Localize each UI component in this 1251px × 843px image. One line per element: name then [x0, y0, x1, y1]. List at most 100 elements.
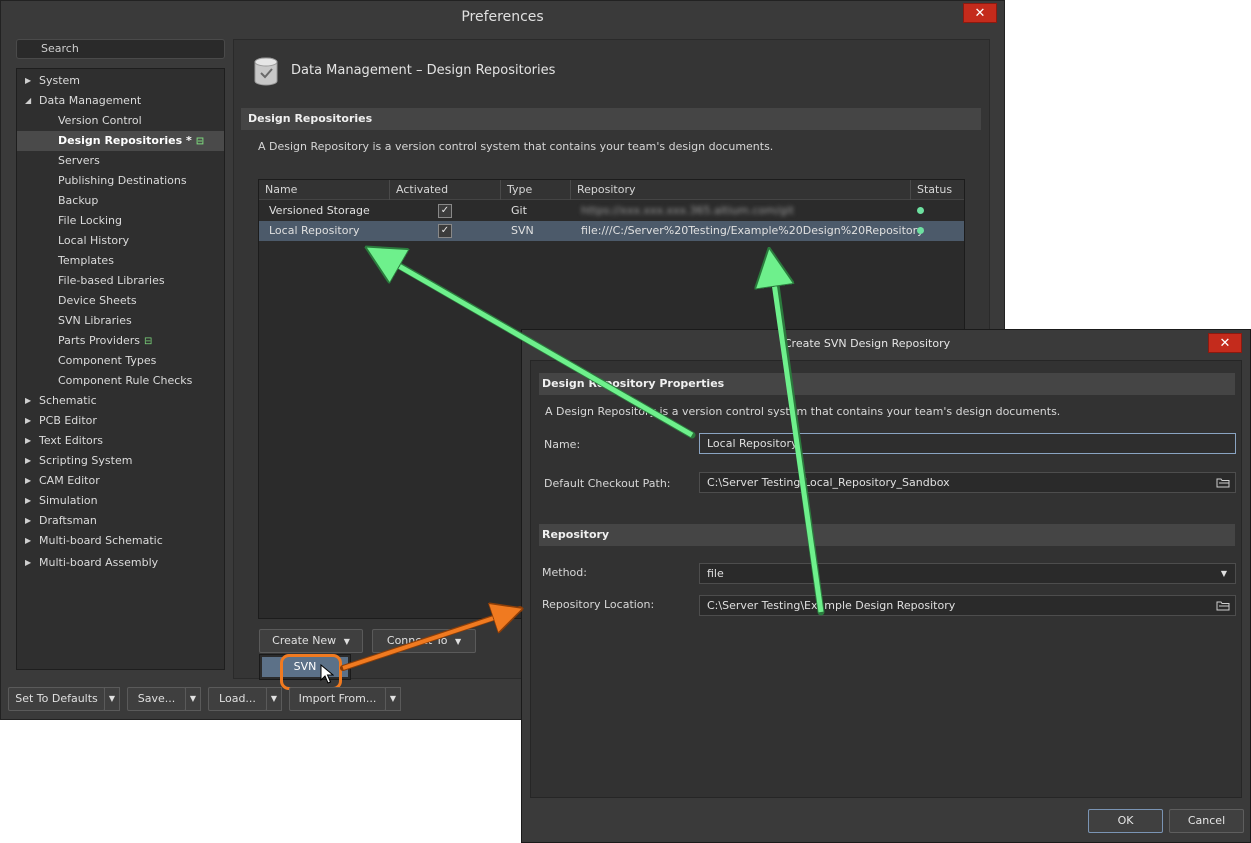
collapsed-arrow-icon[interactable]: ▶	[25, 531, 35, 551]
sidebar-item-templates[interactable]: Templates	[17, 251, 224, 271]
collapsed-arrow-icon[interactable]: ▶	[25, 553, 35, 573]
set-to-defaults-dropdown[interactable]: ▼	[104, 687, 120, 711]
sidebar-item-scripting-system[interactable]: ▶ Scripting System	[17, 451, 224, 471]
preferences-tree: ▶ System ◢ Data Management Version Control De…	[16, 68, 225, 670]
section-description: A Design Repository is a version control…	[258, 140, 774, 153]
collapsed-arrow-icon[interactable]: ▶	[25, 431, 35, 451]
repository-location-label: Repository Location:	[542, 598, 655, 611]
sidebar-item-multi-board-schematic[interactable]: ▶ Multi-board Schematic	[17, 531, 224, 551]
folder-open-icon[interactable]	[1216, 600, 1230, 611]
save-button[interactable]: Save...	[127, 687, 186, 711]
folder-open-icon[interactable]	[1216, 477, 1230, 488]
sidebar-item-label: Design Repositories * ⊟	[58, 134, 205, 147]
row-name: Versioned Storage	[269, 204, 370, 217]
connect-to-button[interactable]: Connect To ▼	[372, 629, 476, 653]
dialog-close-button[interactable]: ✕	[1208, 333, 1242, 353]
preferences-close-button[interactable]: ✕	[963, 3, 997, 23]
sidebar-item-label: Version Control	[58, 114, 142, 127]
sidebar-item-label: Component Types	[58, 354, 157, 367]
sidebar-item-label: Parts Providers ⊟	[58, 334, 153, 347]
column-header-name[interactable]: Name	[259, 180, 390, 200]
sidebar-item-publishing-destinations[interactable]: Publishing Destinations	[17, 171, 224, 191]
ok-button[interactable]: OK	[1088, 809, 1163, 833]
cancel-button[interactable]: Cancel	[1169, 809, 1244, 833]
dialog-body: Design Repository Properties A Design Re…	[530, 360, 1242, 798]
sidebar-item-label: Draftsman	[39, 514, 97, 527]
chevron-down-icon: ▼	[1220, 569, 1227, 578]
collapsed-arrow-icon[interactable]: ▶	[25, 391, 35, 411]
sidebar-item-label: Simulation	[39, 494, 98, 507]
sidebar-item-label: Component Rule Checks	[58, 374, 193, 387]
checkout-path-input[interactable]: C:\Server Testing\Local_Repository_Sandb…	[699, 472, 1236, 493]
status-online-icon	[917, 207, 924, 214]
collapsed-arrow-icon[interactable]: ▶	[25, 451, 35, 471]
sidebar-item-version-control[interactable]: Version Control	[17, 111, 224, 131]
import-from-button[interactable]: Import From...	[289, 687, 386, 711]
load-dropdown[interactable]: ▼	[266, 687, 282, 711]
column-header-type[interactable]: Type	[501, 180, 571, 200]
chevron-down-icon: ▼	[343, 637, 350, 646]
sidebar-item-draftsman[interactable]: ▶ Draftsman	[17, 511, 224, 531]
page-title: Data Management – Design Repositories	[291, 63, 556, 78]
collapsed-arrow-icon[interactable]: ▶	[25, 511, 35, 531]
sidebar-item-local-history[interactable]: Local History	[17, 231, 224, 251]
sidebar-item-component-rule-checks[interactable]: Component Rule Checks	[17, 371, 224, 391]
set-to-defaults-button[interactable]: Set To Defaults	[8, 687, 105, 711]
load-button[interactable]: Load...	[208, 687, 267, 711]
row-name: Local Repository	[269, 224, 360, 237]
sidebar-item-label: File Locking	[58, 214, 122, 227]
table-row[interactable]: Versioned Storage ✓ Git https://xxx.xxx.…	[259, 201, 964, 221]
sidebar-item-label: Multi-board Assembly	[39, 556, 159, 569]
sidebar-item-design-repositories[interactable]: Design Repositories * ⊟	[17, 131, 224, 151]
sidebar-item-system[interactable]: ▶ System	[17, 71, 224, 91]
method-label: Method:	[542, 566, 587, 579]
sidebar-item-component-types[interactable]: Component Types	[17, 351, 224, 371]
create-svn-dialog: Create SVN Design Repository ✕ Design Re…	[521, 329, 1251, 843]
sidebar-item-file-locking[interactable]: File Locking	[17, 211, 224, 231]
column-header-repository[interactable]: Repository	[571, 180, 911, 200]
sidebar-item-label: SVN Libraries	[58, 314, 132, 327]
chevron-down-icon: ▼	[454, 637, 462, 646]
sidebar-item-backup[interactable]: Backup	[17, 191, 224, 211]
create-new-button[interactable]: Create New ▼	[259, 629, 363, 653]
sidebar-item-pcb-editor[interactable]: ▶ PCB Editor	[17, 411, 224, 431]
collapsed-arrow-icon[interactable]: ▶	[25, 491, 35, 511]
activated-checkbox[interactable]: ✓	[438, 224, 452, 238]
sidebar-item-svn-libraries[interactable]: SVN Libraries	[17, 311, 224, 331]
search-input[interactable]: Search	[16, 39, 225, 59]
connect-to-label: Connect To	[386, 634, 448, 647]
sidebar-item-label: Templates	[58, 254, 114, 267]
collapsed-arrow-icon[interactable]: ▶	[25, 471, 35, 491]
sidebar-item-label: System	[39, 74, 81, 87]
sidebar-item-schematic[interactable]: ▶ Schematic	[17, 391, 224, 411]
repository-location-value: C:\Server Testing\Example Design Reposit…	[707, 599, 956, 612]
column-header-status[interactable]: Status	[911, 180, 964, 200]
sidebar-item-label: PCB Editor	[39, 414, 97, 427]
sidebar-item-parts-providers[interactable]: Parts Providers ⊟	[17, 331, 224, 351]
activated-checkbox[interactable]: ✓	[438, 204, 452, 218]
checkout-path-value: C:\Server Testing\Local_Repository_Sandb…	[707, 476, 950, 489]
sidebar-item-simulation[interactable]: ▶ Simulation	[17, 491, 224, 511]
sidebar-item-label: Schematic	[39, 394, 97, 407]
import-from-dropdown[interactable]: ▼	[385, 687, 401, 711]
collapsed-arrow-icon[interactable]: ▶	[25, 411, 35, 431]
collapsed-arrow-icon[interactable]: ▶	[25, 71, 35, 91]
repository-location-input[interactable]: C:\Server Testing\Example Design Reposit…	[699, 595, 1236, 616]
sidebar-item-device-sheets[interactable]: Device Sheets	[17, 291, 224, 311]
sidebar-item-cam-editor[interactable]: ▶ CAM Editor	[17, 471, 224, 491]
sidebar-item-label: Device Sheets	[58, 294, 137, 307]
sidebar-item-multi-board-assembly[interactable]: ▶ Multi-board Assembly	[17, 553, 224, 573]
sidebar-item-label: Backup	[58, 194, 99, 207]
sidebar-item-text-editors[interactable]: ▶ Text Editors	[17, 431, 224, 451]
expanded-arrow-icon[interactable]: ◢	[25, 91, 35, 111]
method-select[interactable]: file ▼	[699, 563, 1236, 584]
save-dropdown[interactable]: ▼	[185, 687, 201, 711]
sidebar-item-label: Scripting System	[39, 454, 133, 467]
column-header-activated[interactable]: Activated	[390, 180, 501, 200]
table-row-selected[interactable]: Local Repository ✓ SVN file:///C:/Server…	[259, 221, 964, 241]
name-input[interactable]: Local Repository	[699, 433, 1236, 454]
properties-section-header: Design Repository Properties	[539, 373, 1235, 395]
sidebar-item-data-management[interactable]: ◢ Data Management	[17, 91, 224, 111]
sidebar-item-file-based-libraries[interactable]: File-based Libraries	[17, 271, 224, 291]
sidebar-item-servers[interactable]: Servers	[17, 151, 224, 171]
